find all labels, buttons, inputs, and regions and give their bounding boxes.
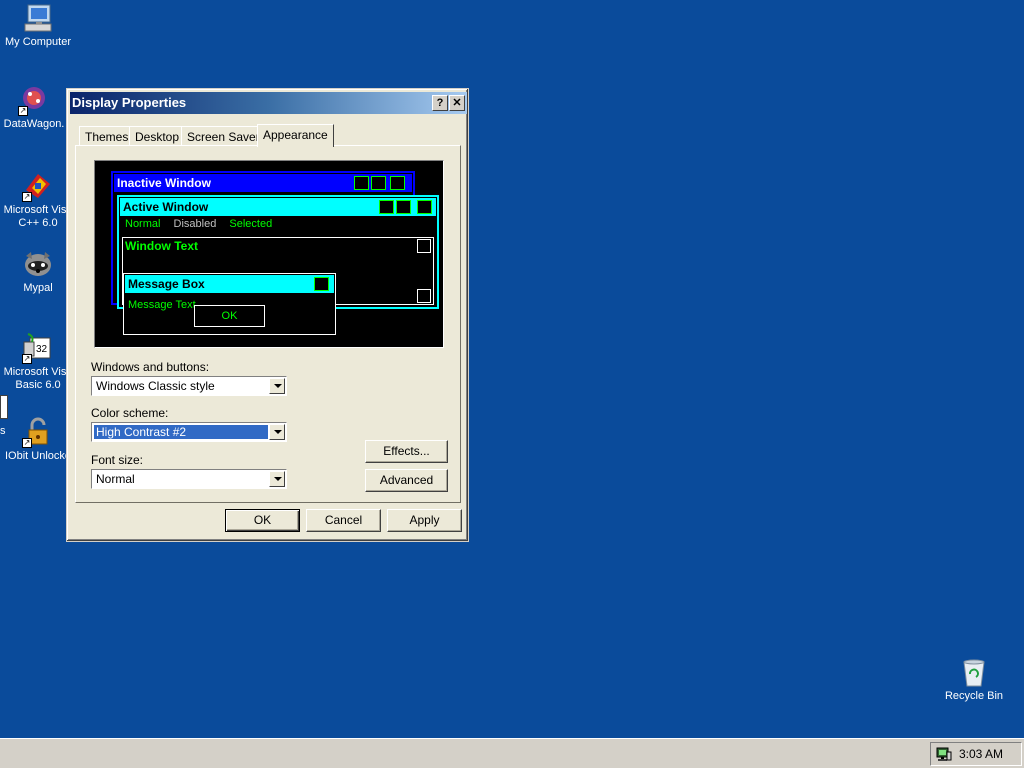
clock[interactable]: 3:03 AM (959, 747, 1003, 761)
appearance-panel: Inactive Window Active Window Normal Dis… (75, 145, 461, 503)
apply-button[interactable]: Apply (387, 509, 462, 532)
font-size-value: Normal (96, 472, 135, 486)
preview-menu-disabled: Disabled (173, 218, 217, 230)
mypal-icon (22, 248, 54, 280)
ok-button[interactable]: OK (225, 509, 300, 532)
iobit-unlocker-icon: ↗ (22, 416, 54, 448)
preview-inactive-title: Inactive Window (117, 176, 211, 190)
preview-menu-selected: Selected (229, 218, 273, 230)
display-properties-dialog: Display Properties ? ✕ Themes Desktop Sc… (66, 88, 469, 542)
desktop-icon-label: Recycle Bin (944, 690, 1004, 702)
color-scheme-select[interactable]: High Contrast #2 (91, 422, 287, 442)
preview-message-title: Message Box (128, 277, 205, 291)
datawagon-icon: ↗ (18, 84, 50, 116)
visual-basic-icon: 32 ↗ (22, 332, 54, 364)
svg-text:32: 32 (36, 344, 48, 355)
preview-window-text: Window Text (125, 239, 198, 253)
preview-menu-bar: Normal Disabled Selected (125, 218, 272, 230)
effects-button[interactable]: Effects... (365, 440, 448, 463)
windows-buttons-select[interactable]: Windows Classic style (91, 376, 287, 396)
advanced-button[interactable]: Advanced (365, 469, 448, 492)
system-tray: 3:03 AM (930, 742, 1022, 766)
title-bar[interactable]: Display Properties ? ✕ (70, 92, 467, 114)
preview-ok-label: OK (221, 310, 238, 322)
preview-active-title: Active Window (123, 200, 209, 214)
tab-screen-saver[interactable]: Screen Saver (181, 126, 266, 146)
preview-scroll-up-icon (417, 239, 431, 253)
preview-close-icon (390, 176, 405, 190)
preview-ok-button: OK (194, 305, 265, 327)
tab-appearance[interactable]: Appearance (257, 124, 334, 147)
appearance-preview: Inactive Window Active Window Normal Dis… (94, 160, 444, 348)
font-size-label: Font size: (91, 453, 144, 467)
windows-buttons-label: Windows and buttons: (91, 360, 210, 374)
desktop-icon-datawagon[interactable]: ↗ DataWagon. (0, 84, 74, 131)
preview-message-text: Message Text (128, 299, 196, 311)
preview-message-caption: Message Box (125, 275, 334, 293)
tab-themes[interactable]: Themes (79, 126, 135, 146)
preview-maximize-icon (371, 176, 386, 190)
chevron-down-icon[interactable] (269, 471, 285, 487)
chevron-down-icon[interactable] (269, 378, 285, 394)
close-icon: ✕ (452, 97, 462, 109)
desktop-icon-recycle-bin[interactable]: Recycle Bin (934, 656, 1014, 703)
desktop-icon-my-computer[interactable]: My Computer (0, 2, 78, 49)
dialog-title: Display Properties (72, 95, 187, 110)
close-button[interactable]: ✕ (449, 95, 465, 111)
taskbar: 3:03 AM (0, 738, 1024, 768)
visual-cpp-icon: ↗ (22, 170, 54, 202)
help-icon: ? (436, 97, 444, 109)
preview-minimize-icon (379, 200, 394, 214)
shortcut-arrow-icon: ↗ (18, 106, 28, 116)
preview-close-icon (314, 277, 329, 291)
color-scheme-value: High Contrast #2 (94, 425, 268, 439)
preview-menu-normal: Normal (125, 218, 161, 230)
shortcut-arrow-icon: ↗ (22, 438, 32, 448)
color-scheme-label: Color scheme: (91, 406, 169, 420)
preview-message-box: Message Box Message Text OK (123, 273, 336, 335)
preview-close-icon (417, 200, 432, 214)
computer-icon (22, 2, 54, 34)
tab-desktop[interactable]: Desktop (129, 126, 186, 146)
cancel-button[interactable]: Cancel (306, 509, 381, 532)
shortcut-arrow-icon: ↗ (22, 354, 32, 364)
help-button[interactable]: ? (432, 95, 448, 111)
chevron-down-icon[interactable] (269, 424, 285, 440)
shortcut-arrow-icon: ↗ (22, 192, 32, 202)
recycle-bin-icon (958, 656, 990, 688)
desktop-icon-label: DataWagon. (3, 118, 65, 130)
windows-buttons-value: Windows Classic style (96, 379, 215, 393)
font-size-select[interactable]: Normal (91, 469, 287, 489)
desktop-icon-label: My Computer (4, 36, 72, 48)
preview-minimize-icon (354, 176, 369, 190)
network-monitor-icon[interactable] (936, 746, 952, 762)
preview-scroll-down-icon (417, 289, 431, 303)
preview-maximize-icon (396, 200, 411, 214)
